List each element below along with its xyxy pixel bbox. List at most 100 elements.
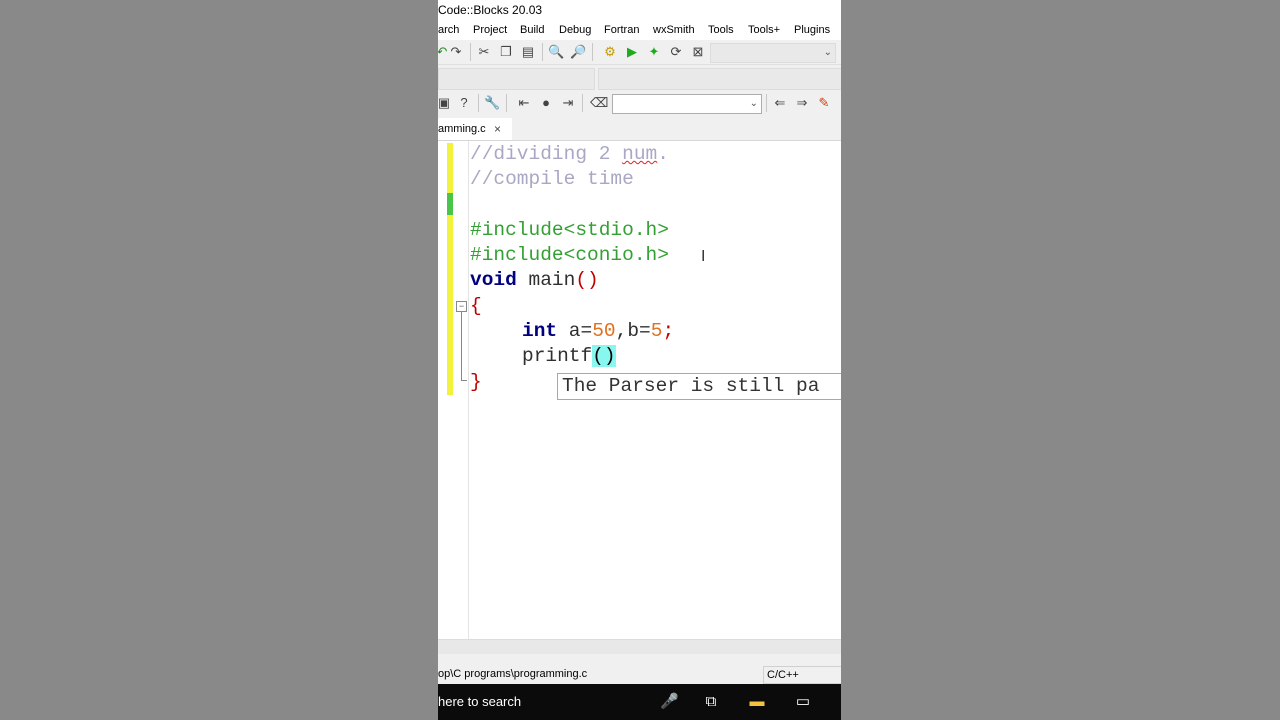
number: 5	[650, 320, 663, 342]
code-line-4: #include<stdio.h>	[470, 218, 669, 243]
language-indicator: C/C++	[763, 666, 841, 684]
comment-text: //dividing 2	[470, 143, 623, 165]
code-editor[interactable]: − //dividing 2 num. //compile time #incl…	[438, 141, 841, 639]
window-title: Code::Blocks 20.03	[438, 3, 543, 17]
code-line-10: }	[470, 370, 482, 395]
menu-debug[interactable]: Debug	[559, 20, 591, 40]
find-icon[interactable]: 🔍	[548, 43, 564, 61]
menu-tools[interactable]: Tools	[708, 20, 734, 40]
operator: ()	[575, 269, 599, 291]
tab-programming-c[interactable]: amming.c ×	[438, 118, 512, 140]
menu-plugins[interactable]: Plugins	[794, 20, 830, 40]
identifier: main	[516, 269, 576, 291]
jump-back-icon[interactable]: ⇤	[516, 94, 532, 112]
identifier: a=	[557, 320, 593, 342]
redo-icon[interactable]: ↷	[448, 43, 464, 61]
toolbar-separator	[542, 43, 543, 61]
help-icon[interactable]: ?	[456, 94, 472, 112]
identifier: ,b=	[615, 320, 651, 342]
build-run-icon[interactable]: ✦	[646, 43, 662, 61]
comment-text: //compile time	[470, 168, 634, 190]
editor-gutter: −	[438, 141, 469, 639]
code-line-7: {	[470, 294, 482, 319]
matched-parens: ()	[592, 345, 616, 367]
tab-label: amming.c	[438, 123, 486, 135]
menu-bar: arch Project Build Debug Fortran wxSmith…	[438, 20, 841, 40]
arrow-right-icon[interactable]: ⇒	[794, 94, 810, 112]
replace-icon[interactable]: 🔎	[570, 43, 586, 61]
fold-end	[461, 380, 467, 381]
menu-search[interactable]: arch	[438, 20, 459, 40]
menu-project[interactable]: Project	[473, 20, 507, 40]
keyword: int	[522, 320, 558, 342]
code-line-9: printf()	[522, 344, 616, 369]
clear-icon[interactable]: ⌫	[590, 94, 608, 112]
toolbar-separator	[592, 43, 593, 61]
identifier: printf	[522, 345, 593, 367]
codeblocks-window: Code::Blocks 20.03 arch Project Build De…	[438, 0, 841, 720]
fold-line	[461, 312, 462, 380]
preprocessor-text: #include<stdio.h>	[470, 219, 669, 241]
function-select[interactable]	[598, 68, 841, 90]
editor-tab-bar: amming.c ×	[438, 118, 841, 141]
microphone-icon[interactable]: 🎤	[660, 693, 679, 711]
toolbar-separator	[470, 43, 471, 61]
code-line-1: //dividing 2 num.	[470, 142, 669, 167]
brace: }	[470, 371, 482, 393]
jump-forward-icon[interactable]: ⇥	[560, 94, 576, 112]
copy-icon[interactable]: ❐	[498, 43, 514, 61]
preprocessor-text: #include<conio.h>	[470, 244, 669, 266]
app-icon[interactable]: ▮	[836, 693, 842, 711]
cut-icon[interactable]: ✂	[476, 43, 492, 61]
title-bar: Code::Blocks 20.03	[438, 0, 841, 20]
bookmark-dot-icon[interactable]: ●	[538, 94, 554, 112]
terminal-icon[interactable]: ▭	[794, 693, 812, 711]
menu-tools-plus[interactable]: Tools+	[748, 20, 780, 40]
code-completion-toolbar	[438, 65, 841, 91]
code-line-6: void main()	[470, 268, 599, 293]
menu-wxsmith[interactable]: wxSmith	[653, 20, 695, 40]
file-path: op\C programs\programming.c	[438, 668, 588, 680]
fold-minus-icon[interactable]: −	[456, 301, 467, 312]
main-toolbar: ↶ ↷ ✂ ❐ ▤ 🔍 🔎 ⚙ ▶ ✦ ⟳ ⊠ ⌄	[438, 40, 841, 65]
comment-icon[interactable]: ▣	[438, 94, 452, 112]
highlight-pen-icon[interactable]: ✎	[816, 94, 832, 112]
close-icon[interactable]: ×	[494, 118, 501, 140]
text-cursor-icon: I	[701, 248, 706, 265]
brace: {	[470, 295, 482, 317]
scope-select[interactable]	[438, 68, 595, 90]
build-gear-icon[interactable]: ⚙	[602, 43, 618, 61]
abort-icon[interactable]: ⊠	[690, 43, 706, 61]
taskbar-search[interactable]: here to search	[438, 684, 521, 720]
keyword: void	[470, 269, 517, 291]
windows-taskbar: here to search 🎤 ⧉ ▬ ▭ ▮	[438, 684, 841, 720]
menu-build[interactable]: Build	[520, 20, 544, 40]
number: 50	[592, 320, 616, 342]
rebuild-icon[interactable]: ⟳	[668, 43, 684, 61]
file-explorer-icon[interactable]: ▬	[748, 693, 766, 711]
change-bar-modified	[447, 143, 453, 395]
run-icon[interactable]: ▶	[624, 43, 640, 61]
paste-icon[interactable]: ▤	[520, 43, 536, 61]
change-bar-saved	[447, 193, 453, 215]
parser-tooltip: The Parser is still pa	[557, 373, 841, 400]
search-combo[interactable]: ⌄	[612, 94, 762, 114]
toolbar-separator	[766, 94, 767, 112]
right-background	[841, 0, 1280, 720]
misspelled-word: num	[622, 143, 658, 165]
code-line-8: int a=50,b=5;	[522, 319, 674, 344]
operator: ;	[662, 320, 675, 342]
left-background	[0, 0, 438, 720]
toolbar-separator	[506, 94, 507, 112]
chevron-down-icon: ⌄	[823, 47, 832, 58]
build-target-select[interactable]: ⌄	[710, 43, 836, 63]
comment-text: .	[657, 143, 669, 165]
code-line-5: #include<conio.h>	[470, 243, 669, 268]
task-view-icon[interactable]: ⧉	[702, 693, 720, 711]
code-line-2: //compile time	[470, 167, 634, 192]
arrow-left-icon[interactable]: ⇐	[772, 94, 788, 112]
horizontal-scrollbar[interactable]	[438, 639, 841, 654]
toolbar-separator	[478, 94, 479, 112]
menu-fortran[interactable]: Fortran	[604, 20, 639, 40]
wrench-icon[interactable]: 🔧	[484, 94, 500, 112]
